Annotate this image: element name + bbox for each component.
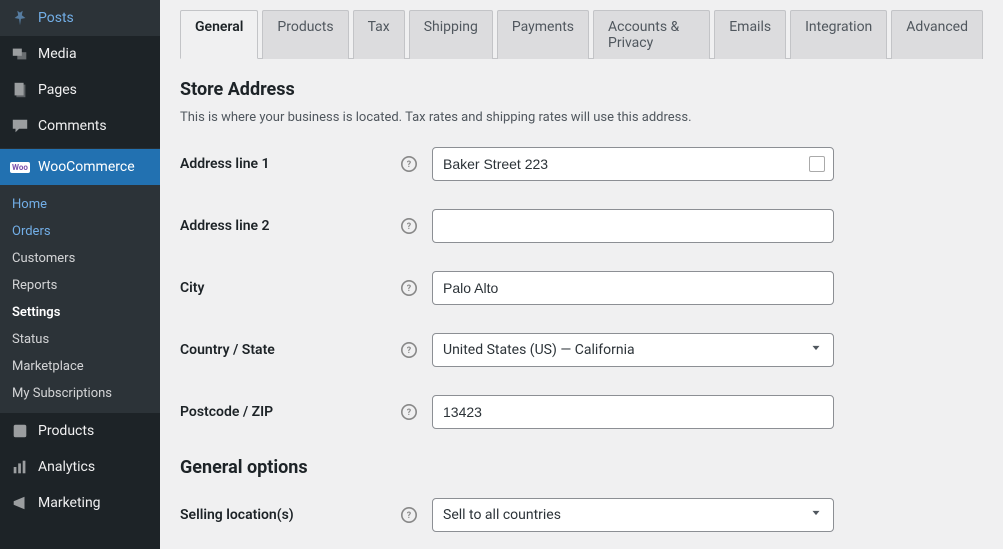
marketing-icon [10,493,30,513]
media-icon [10,44,30,64]
input-postcode[interactable] [432,395,834,429]
admin-sidebar: Posts Media Pages Comments Woo WooCommer… [0,0,160,549]
sidebar-item-analytics[interactable]: Analytics [0,449,160,485]
tab-emails[interactable]: Emails [714,10,786,59]
tab-advanced[interactable]: Advanced [891,10,983,59]
submenu-reports[interactable]: Reports [0,272,160,299]
section-description: This is where your business is located. … [180,110,983,125]
sidebar-item-woocommerce[interactable]: Woo WooCommerce [0,149,160,185]
row-selling-location: Selling location(s) ? Sell to all countr… [180,498,983,532]
submenu-status[interactable]: Status [0,326,160,353]
sidebar-item-marketing[interactable]: Marketing [0,485,160,521]
submenu-subscriptions[interactable]: My Subscriptions [0,380,160,407]
select-selling-location[interactable]: Sell to all countries [432,498,834,532]
comments-icon [10,116,30,136]
help-icon[interactable]: ? [400,403,418,421]
svg-text:?: ? [407,346,412,356]
select-selling-value: Sell to all countries [443,507,561,523]
analytics-icon [10,457,30,477]
select-country-value: United States (US) — California [443,342,635,358]
input-address2[interactable] [432,209,834,243]
tab-shipping[interactable]: Shipping [409,10,493,59]
svg-text:?: ? [407,284,412,294]
woocommerce-icon: Woo [10,157,30,177]
sidebar-item-label: Media [38,46,152,62]
tab-tax[interactable]: Tax [353,10,405,59]
help-icon[interactable]: ? [400,279,418,297]
label-address2: Address line 2 [180,218,400,234]
settings-tabs: General Products Tax Shipping Payments A… [180,0,983,59]
products-icon [10,421,30,441]
row-city: City ? [180,271,983,305]
svg-text:?: ? [407,222,412,232]
help-icon[interactable]: ? [400,217,418,235]
sidebar-item-media[interactable]: Media [0,36,160,72]
row-country: Country / State ? United States (US) — C… [180,333,983,367]
sidebar-item-label: WooCommerce [38,159,152,175]
tab-integration[interactable]: Integration [790,10,887,59]
tab-accounts[interactable]: Accounts & Privacy [593,10,710,59]
sidebar-item-comments[interactable]: Comments [0,108,160,144]
sidebar-item-label: Pages [38,82,152,98]
svg-text:?: ? [407,408,412,418]
section-heading-general-options: General options [180,457,983,478]
sidebar-item-posts[interactable]: Posts [0,0,160,36]
label-selling-location: Selling location(s) [180,507,400,523]
tab-products[interactable]: Products [262,10,348,59]
label-address1: Address line 1 [180,156,400,172]
row-address2: Address line 2 ? [180,209,983,243]
pin-icon [10,8,30,28]
help-icon[interactable]: ? [400,506,418,524]
tab-general[interactable]: General [180,10,258,59]
label-city: City [180,280,400,296]
label-country: Country / State [180,342,400,358]
main-content: General Products Tax Shipping Payments A… [160,0,1003,549]
label-postcode: Postcode / ZIP [180,404,400,420]
chevron-down-icon [809,341,823,359]
sidebar-item-label: Products [38,423,152,439]
input-city[interactable] [432,271,834,305]
chevron-down-icon [809,506,823,524]
sidebar-item-products[interactable]: Products [0,413,160,449]
submenu-settings[interactable]: Settings [0,299,160,326]
tab-payments[interactable]: Payments [497,10,589,59]
submenu-orders[interactable]: Orders [0,218,160,245]
input-address1[interactable] [432,147,834,181]
svg-text:?: ? [407,160,412,170]
submenu-woocommerce: Home Orders Customers Reports Settings S… [0,185,160,413]
sidebar-item-label: Analytics [38,459,152,475]
submenu-marketplace[interactable]: Marketplace [0,353,160,380]
sidebar-item-label: Marketing [38,495,152,511]
sidebar-item-label: Comments [38,118,152,134]
submenu-customers[interactable]: Customers [0,245,160,272]
row-address1: Address line 1 ? [180,147,983,181]
pages-icon [10,80,30,100]
help-icon[interactable]: ? [400,155,418,173]
select-country[interactable]: United States (US) — California [432,333,834,367]
section-heading-store-address: Store Address [180,79,983,100]
submenu-home[interactable]: Home [0,191,160,218]
row-postcode: Postcode / ZIP ? [180,395,983,429]
svg-text:?: ? [407,511,412,521]
help-icon[interactable]: ? [400,341,418,359]
sidebar-item-pages[interactable]: Pages [0,72,160,108]
sidebar-item-label: Posts [38,10,152,26]
